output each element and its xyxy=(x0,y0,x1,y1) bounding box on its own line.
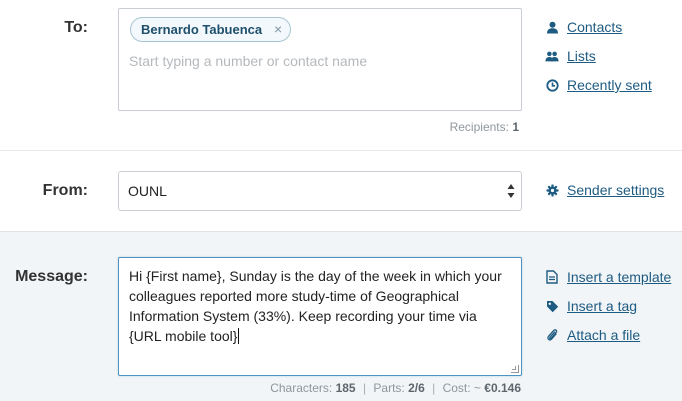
message-line-3: Information System (33%). Keep recording… xyxy=(129,308,477,324)
stats-separator: | xyxy=(432,381,436,395)
insert-template-link-label[interactable]: Insert a template xyxy=(567,269,671,285)
clock-icon xyxy=(545,78,559,92)
insert-tag-link[interactable]: Insert a tag xyxy=(545,298,637,314)
parts-value: 2/6 xyxy=(408,381,425,395)
recipients-label: Recipients: xyxy=(449,120,509,134)
message-label: Message: xyxy=(15,268,88,285)
text-caret xyxy=(238,328,240,344)
attach-file-link[interactable]: Attach a file xyxy=(545,327,640,343)
from-label: From: xyxy=(42,182,88,199)
sender-settings-link[interactable]: Sender settings xyxy=(545,182,664,198)
select-arrows-icon xyxy=(507,183,515,199)
resize-handle-icon[interactable] xyxy=(511,365,519,373)
lists-link[interactable]: Lists xyxy=(545,48,596,64)
to-section: To: Bernardo Tabuenca × Start typing a n… xyxy=(0,0,682,151)
sender-select[interactable]: OUNL xyxy=(118,171,522,211)
lists-link-label[interactable]: Lists xyxy=(567,48,596,64)
from-section: From: OUNL Sender settings xyxy=(0,151,682,232)
recipient-chip-name: Bernardo Tabuenca xyxy=(141,22,263,37)
insert-tag-link-label[interactable]: Insert a tag xyxy=(567,298,637,314)
sender-settings-link-label[interactable]: Sender settings xyxy=(567,182,664,198)
message-textarea[interactable]: Hi {First name}, Sunday is the day of th… xyxy=(118,257,522,376)
to-label: To: xyxy=(64,19,88,36)
message-line-4: {URL mobile tool} xyxy=(129,326,511,346)
gear-icon xyxy=(545,183,559,197)
message-line-1: Hi {First name}, Sunday is the day of th… xyxy=(129,268,502,284)
attach-file-link-label[interactable]: Attach a file xyxy=(567,327,640,343)
recipient-chip[interactable]: Bernardo Tabuenca × xyxy=(130,17,292,42)
cost-value: €0.146 xyxy=(484,381,521,395)
remove-recipient-icon[interactable]: × xyxy=(274,21,282,37)
recently-sent-link[interactable]: Recently sent xyxy=(545,77,652,93)
insert-template-link[interactable]: Insert a template xyxy=(545,269,671,285)
recipients-count: Recipients: 1 xyxy=(450,120,519,134)
message-stats: Characters: 185 | Parts: 2/6 | Cost: ~ €… xyxy=(270,381,521,395)
tag-icon xyxy=(545,299,559,313)
stats-separator: | xyxy=(362,381,367,395)
paperclip-icon xyxy=(545,328,559,342)
message-section: Message: Hi {First name}, Sunday is the … xyxy=(0,232,682,401)
recently-sent-link-label[interactable]: Recently sent xyxy=(567,77,652,93)
users-icon xyxy=(545,49,559,63)
user-icon xyxy=(545,20,559,34)
recipient-input-box[interactable]: Bernardo Tabuenca × Start typing a numbe… xyxy=(118,8,522,111)
contacts-link[interactable]: Contacts xyxy=(545,19,622,35)
recipients-value: 1 xyxy=(512,120,519,134)
message-line-2: colleagues reported more study-time of G… xyxy=(129,288,459,304)
characters-label: Characters: xyxy=(270,381,333,395)
sender-select-value: OUNL xyxy=(128,183,167,199)
message-line-4-text: {URL mobile tool} xyxy=(129,328,238,344)
document-icon xyxy=(545,270,559,284)
recipient-search-placeholder[interactable]: Start typing a number or contact name xyxy=(129,53,367,69)
cost-label: Cost: ~ xyxy=(442,381,481,395)
characters-value: 185 xyxy=(335,381,356,395)
contacts-link-label[interactable]: Contacts xyxy=(567,19,622,35)
parts-label: Parts: xyxy=(373,381,405,395)
